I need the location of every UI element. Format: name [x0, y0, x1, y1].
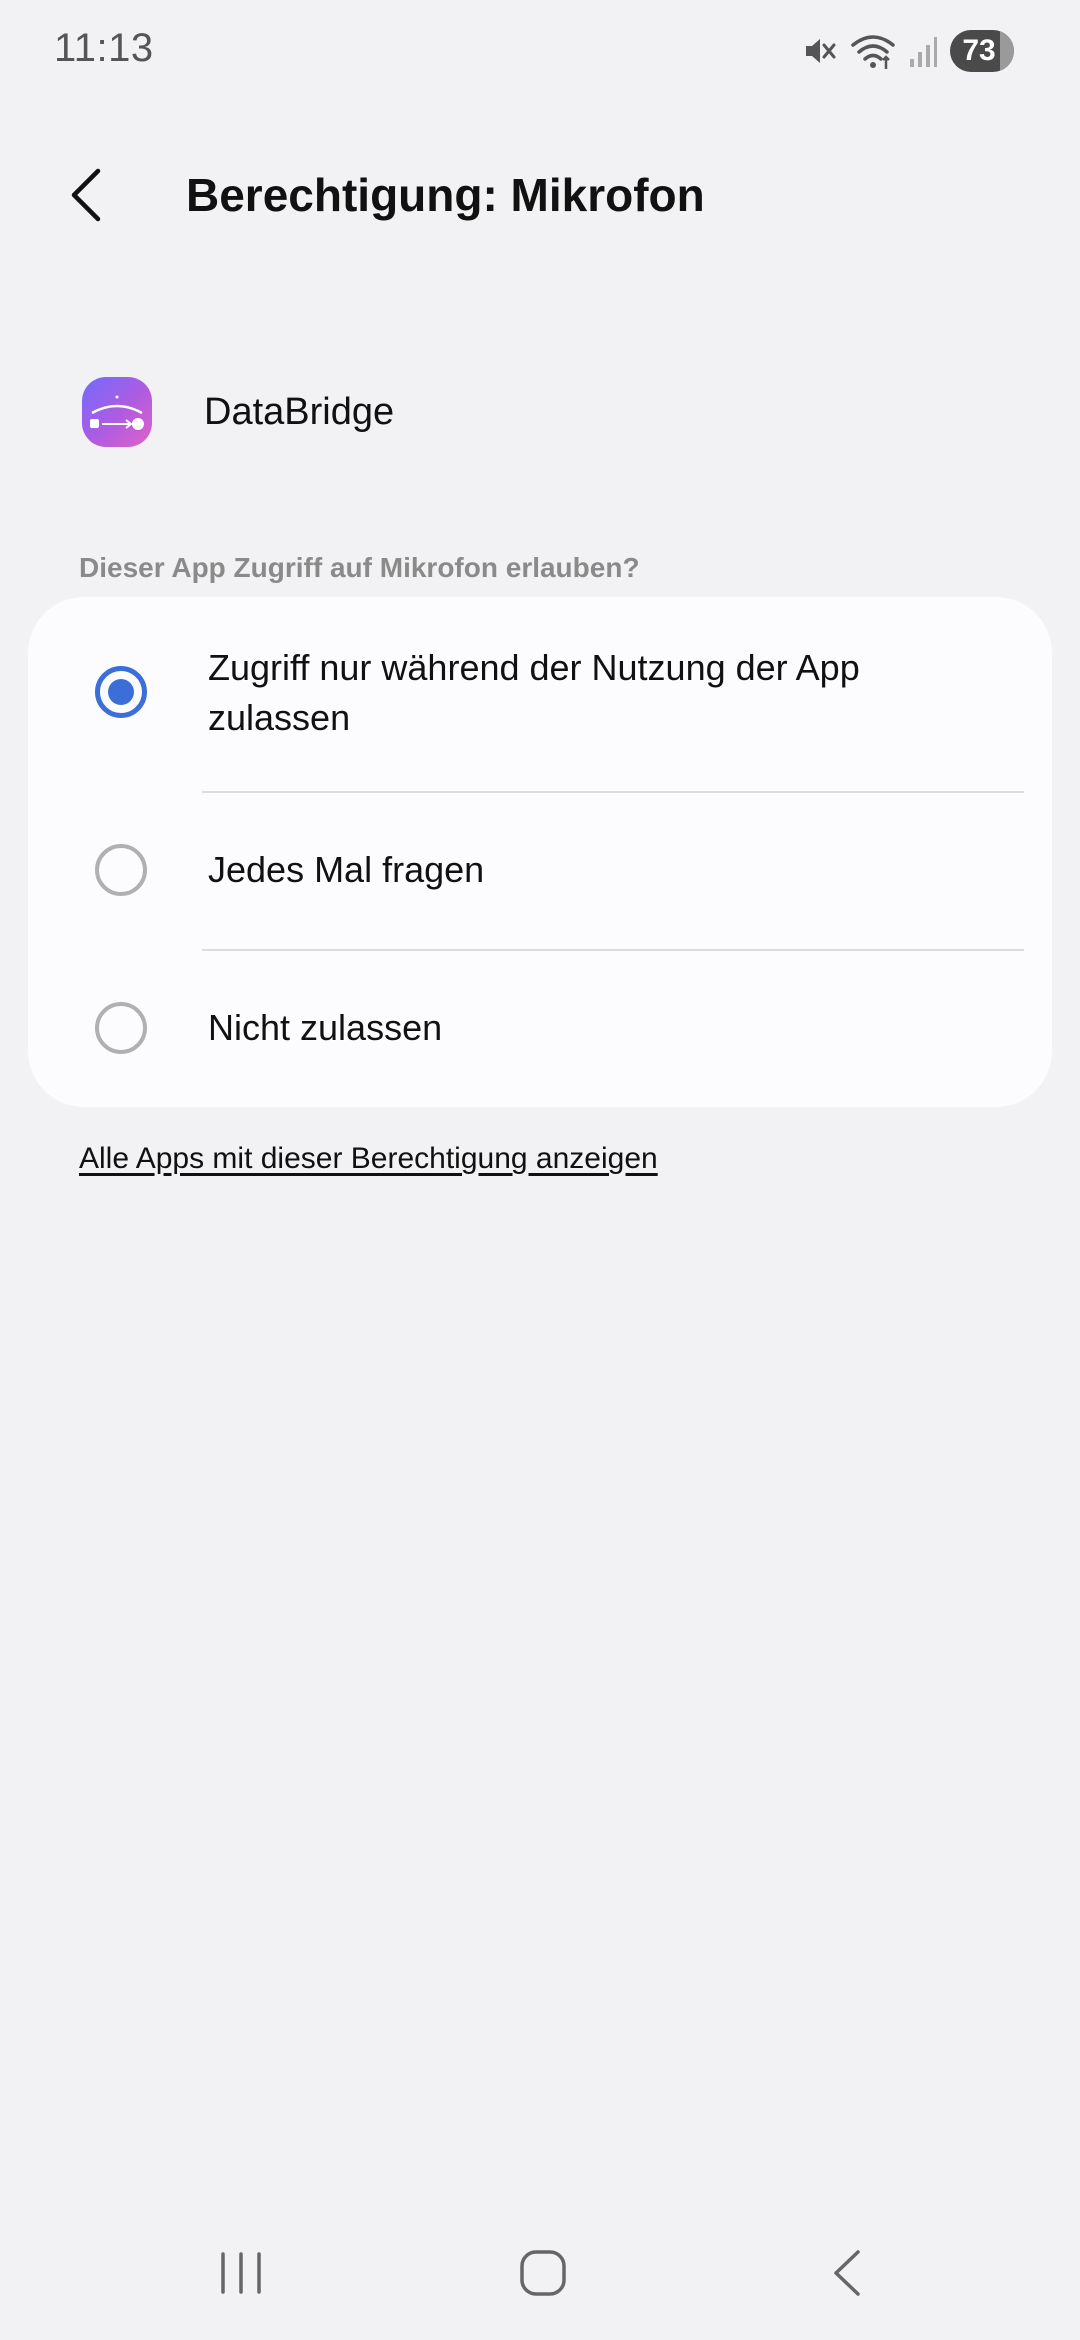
- chevron-left-icon: [66, 165, 106, 230]
- back-icon: [828, 2248, 864, 2303]
- nav-bar: [0, 2220, 1080, 2330]
- status-time: 11:13: [54, 26, 154, 70]
- app-name: DataBridge: [204, 390, 395, 433]
- radio-button[interactable]: [95, 844, 147, 896]
- back-nav-button[interactable]: [806, 2240, 886, 2310]
- home-icon: [518, 2248, 568, 2303]
- option-label: Zugriff nur während der Nutzung der App …: [208, 647, 860, 738]
- battery-icon: 73: [950, 30, 1014, 72]
- header: Berechtigung: Mikrofon: [0, 140, 1080, 250]
- permission-question: Dieser App Zugriff auf Mikrofon erlauben…: [79, 552, 640, 583]
- all-apps-link[interactable]: Alle Apps mit dieser Berechtigung anzeig…: [79, 1142, 658, 1176]
- option-deny[interactable]: Nicht zulassen: [28, 951, 1052, 1107]
- back-button[interactable]: [66, 162, 146, 232]
- battery-level: 73: [962, 34, 996, 67]
- mute-icon: [802, 33, 838, 69]
- option-ask-every-time[interactable]: Jedes Mal fragen: [28, 793, 1052, 949]
- option-while-using[interactable]: Zugriff nur während der Nutzung der App …: [28, 597, 1052, 792]
- status-bar: 11:13 73: [0, 0, 1080, 100]
- recent-apps-button[interactable]: [201, 2240, 281, 2310]
- radio-button-selected[interactable]: [95, 666, 147, 718]
- radio-button[interactable]: [95, 1002, 147, 1054]
- status-icons: 73: [802, 28, 1014, 74]
- app-row: DataBridge: [82, 376, 394, 448]
- options-card: Zugriff nur während der Nutzung der App …: [28, 597, 1052, 1107]
- page-title: Berechtigung: Mikrofon: [186, 169, 705, 221]
- signal-icon: [908, 33, 938, 69]
- home-button[interactable]: [503, 2240, 583, 2310]
- wifi-icon: [850, 31, 896, 71]
- recent-apps-icon: [217, 2250, 265, 2301]
- option-label: Nicht zulassen: [208, 1007, 443, 1048]
- option-label: Jedes Mal fragen: [208, 849, 485, 890]
- app-icon: [82, 377, 152, 447]
